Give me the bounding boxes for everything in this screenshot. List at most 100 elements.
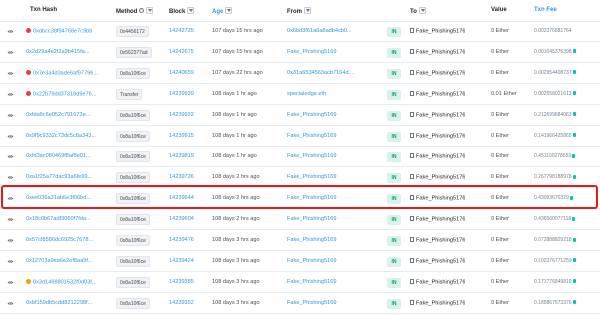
block-link[interactable]: 14239939 [169, 91, 194, 97]
to-address-text[interactable]: Fake_Phishing5176 [416, 217, 465, 223]
table-row[interactable]: 0x22b79dd37318d9e76... Transfer 14239939 10… [0, 85, 600, 105]
to-address-text[interactable]: Fake_Phishing5176 [416, 29, 465, 35]
txn-hash-link[interactable]: 0xbf159db5cdd8212298f... [26, 300, 104, 306]
txn-hash-text[interactable]: 0xa1f25a77dac93a6fe99... [26, 174, 92, 180]
from-address-link[interactable]: Fake_Phishing5169 [287, 49, 373, 55]
to-address-text[interactable]: Fake_Phishing5176 [416, 154, 465, 160]
from-address-link[interactable]: Fake_Phishing5169 [287, 195, 373, 201]
eye-icon[interactable] [7, 71, 14, 76]
to-address[interactable]: Fake_Phishing5176 [410, 216, 465, 223]
txn-hash-link[interactable]: 0xa1f25a77dac93a6fe99... [26, 174, 104, 180]
eye-icon[interactable] [7, 29, 14, 34]
table-row[interactable]: 0x9f9c9332c73dc5c8a343... 0x8a10f6ce 14239… [0, 127, 600, 147]
table-row[interactable]: 0xbf159db5cdd8212298f... 0x8a10f6ce 142393… [0, 294, 600, 314]
table-row[interactable]: 0xee036a31ab6e3f06bd... 0x8a10f6ce 1423964… [0, 189, 600, 210]
txn-hash-text[interactable]: 0xdbcc38f94768e7c9bb [33, 29, 92, 35]
table-row[interactable]: 0x57cf8586dc6925c7678... 0x8a10f6ce 142394… [0, 231, 600, 251]
from-address-link[interactable]: specialedge.eth [287, 91, 373, 97]
from-address-link[interactable]: Fake_Phishing5169 [287, 279, 373, 285]
txn-hash-text[interactable]: 0x57cf8586dc6925c7678... [26, 237, 93, 243]
txn-hash-link[interactable]: 0xee036a31ab6e3f06bd... [26, 195, 104, 201]
eye-icon[interactable] [7, 175, 14, 180]
txn-hash-text[interactable]: 0x2d29a4e2f2a9b415fa... [26, 49, 89, 55]
info-icon[interactable] [139, 8, 145, 13]
to-address-text[interactable]: Fake_Phishing5176 [416, 258, 465, 264]
txn-hash-link[interactable]: 0xfd3ac080469f8af8e01... [26, 153, 104, 159]
block-link[interactable]: 14240659 [169, 70, 194, 76]
block-link[interactable]: 14239644 [169, 195, 194, 201]
txn-hash-link[interactable]: 0x22b79dd37318d9e76... [26, 90, 104, 97]
eye-icon[interactable] [7, 196, 14, 201]
txn-hash-link[interactable]: 0x9f9c9332c73dc5c8a343... [26, 133, 104, 139]
table-row[interactable]: 0x7e3a4d3ade6af97796... 0x8a10f6ce 1424065… [0, 64, 600, 84]
to-address[interactable]: Fake_Phishing5176 [410, 28, 465, 35]
block-link[interactable]: 14239915 [169, 133, 194, 139]
eye-icon[interactable] [7, 217, 14, 222]
block-link[interactable]: 14239604 [169, 216, 194, 222]
table-row[interactable]: 0xa1f25a77dac93a6fe99... 0x8a10f6ce 142397… [0, 168, 600, 189]
from-address-link[interactable]: 0x6bd3f61a6a8adb4cb0... [287, 28, 373, 34]
from-address-link[interactable]: Fake_Phishing5169 [287, 112, 373, 118]
filter-icon[interactable] [225, 7, 233, 14]
table-row[interactable]: 0xfd3ac080469f8af8e01... 0x8a10f6ce 142398… [0, 147, 600, 168]
eye-icon[interactable] [7, 238, 14, 243]
txn-hash-link[interactable]: 0x57cf8586dc6925c7678... [26, 237, 104, 243]
filter-icon[interactable] [187, 7, 195, 14]
eye-icon[interactable] [7, 134, 14, 139]
txn-hash-text[interactable]: 0x9f9c9332c73dc5c8a343... [26, 133, 96, 139]
block-link[interactable]: 14239819 [169, 153, 194, 159]
block-link[interactable]: 14239352 [169, 300, 194, 306]
table-row[interactable]: 0x12703a9ea6e2ef8aa9f... 0x8a10f6ce 142394… [0, 252, 600, 272]
to-address-text[interactable]: Fake_Phishing5176 [416, 175, 465, 181]
to-address[interactable]: Fake_Phishing5176 [410, 257, 465, 264]
to-address[interactable]: Fake_Phishing5176 [410, 174, 465, 181]
txn-hash-text[interactable]: 0x18c0b67adf3060f7fda... [26, 216, 91, 222]
filter-icon[interactable] [304, 7, 311, 14]
from-address-link[interactable]: Fake_Phishing5169 [287, 300, 373, 306]
block-link[interactable]: 14239932 [169, 112, 194, 118]
block-link[interactable]: 14239726 [169, 174, 194, 180]
eye-icon[interactable] [7, 92, 14, 97]
eye-icon[interactable] [7, 280, 14, 285]
txn-hash-link[interactable]: 0x2d29a4e2f2a9b415fa... [26, 49, 104, 55]
to-address-text[interactable]: Fake_Phishing5176 [416, 133, 465, 139]
txn-hash-link[interactable]: 0x18c0b67adf3060f7fda... [26, 216, 104, 222]
table-row[interactable]: 0xdbcc38f94768e7c9bb 0x4456172 14242725 107… [0, 22, 600, 42]
to-address[interactable]: Fake_Phishing5176 [410, 153, 465, 160]
to-address[interactable]: Fake_Phishing5176 [410, 278, 465, 285]
txn-hash-link[interactable]: 0xdbcc38f94768e7c9bb [26, 28, 104, 35]
to-address-text[interactable]: Fake_Phishing5176 [416, 238, 465, 244]
txn-hash-link[interactable]: 0xfda9c6e052c791673e... [26, 112, 104, 118]
to-address-text[interactable]: Fake_Phishing5176 [416, 70, 465, 76]
txn-hash-text[interactable]: 0x12703a9ea6e2ef8aa9f... [26, 258, 93, 264]
to-address-text[interactable]: Fake_Phishing5176 [416, 112, 465, 118]
table-row[interactable]: 0x2d29a4e2f2a9b415fa... 0x562377ad 1424267… [0, 43, 600, 63]
to-address-text[interactable]: Fake_Phishing5176 [416, 279, 465, 285]
table-row[interactable]: 0x3d1498801532f0d03f... 0x8a10f6ce 1423938… [0, 273, 600, 293]
to-address[interactable]: Fake_Phishing5176 [410, 132, 465, 139]
txn-hash-text[interactable]: 0xee036a31ab6e3f06bd... [26, 195, 91, 201]
eye-icon[interactable] [7, 259, 14, 264]
to-address[interactable]: Fake_Phishing5176 [410, 90, 465, 97]
to-address[interactable]: Fake_Phishing5176 [410, 69, 465, 76]
to-address[interactable]: Fake_Phishing5176 [410, 299, 465, 306]
col-age[interactable]: Age [212, 7, 233, 15]
from-address-link[interactable]: 0x31a6534563acb7164d... [287, 70, 373, 76]
col-txn-fee-label[interactable]: Txn Fee [534, 7, 557, 13]
filter-icon[interactable] [146, 7, 154, 14]
eye-icon[interactable] [7, 154, 14, 159]
from-address-link[interactable]: Fake_Phishing5169 [287, 174, 373, 180]
eye-icon[interactable] [7, 301, 14, 306]
to-address[interactable]: Fake_Phishing5176 [410, 237, 465, 244]
block-link[interactable]: 14242675 [169, 49, 194, 55]
col-txn-fee[interactable]: Txn Fee [534, 7, 557, 13]
block-link[interactable]: 14239424 [169, 258, 194, 264]
table-row[interactable]: 0x18c0b67adf3060f7fda... 0x8a10f6ce 142396… [0, 210, 600, 231]
txn-hash-link[interactable]: 0x12703a9ea6e2ef8aa9f... [26, 258, 104, 264]
to-address-text[interactable]: Fake_Phishing5176 [416, 300, 465, 306]
block-link[interactable]: 14239476 [169, 237, 194, 243]
to-address[interactable]: Fake_Phishing5176 [410, 48, 465, 55]
txn-hash-link[interactable]: 0x3d1498801532f0d03f... [26, 278, 104, 285]
from-address-link[interactable]: Fake_Phishing5169 [287, 133, 373, 139]
to-address[interactable]: Fake_Phishing5176 [410, 195, 465, 202]
